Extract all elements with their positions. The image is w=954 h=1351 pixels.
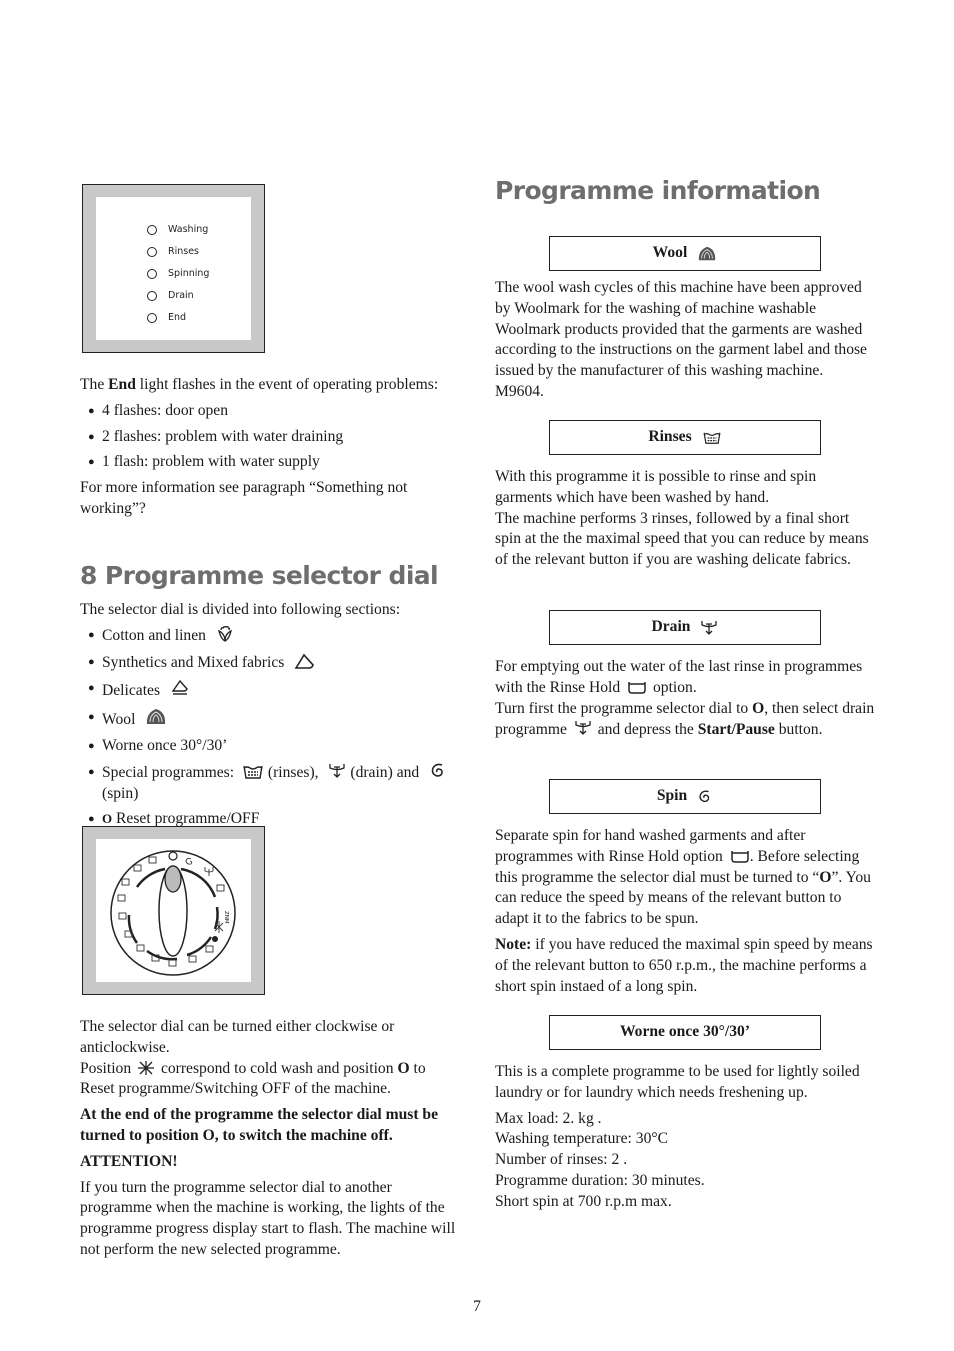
end-warning: At the end of the programme the selector…: [80, 1106, 439, 1144]
worne-once-description: This is a complete programme to be used …: [495, 1062, 885, 1213]
light-end: End: [147, 308, 186, 329]
led-icon: [147, 291, 157, 302]
list-item: Wool: [80, 707, 460, 731]
led-icon: [147, 247, 157, 258]
delicates-icon: [171, 680, 188, 696]
light-rinses: Rinses: [147, 242, 199, 263]
dial-graphic: ZNM: [110, 850, 236, 976]
spec-item: Programme duration: 30 minutes.: [495, 1171, 705, 1189]
progress-display-illustration: Washing Rinses Spinning Drain End: [82, 184, 265, 353]
end-flash-list: 4 flashes: door open 2 flashes: problem …: [80, 401, 460, 473]
cold-position-dot: [212, 936, 218, 942]
wool-icon: [147, 709, 166, 725]
selector-sections: The selector dial is divided into follow…: [80, 600, 460, 835]
drain-icon: [329, 763, 346, 778]
worne-once-title-box: Worne once 30°/30’: [549, 1015, 821, 1050]
wool-icon: [699, 246, 716, 260]
page-heading: Programme information: [495, 176, 821, 205]
list-item: Synthetics and Mixed fabrics: [80, 652, 460, 674]
drain-description: For emptying out the water of the last r…: [495, 658, 875, 739]
rinses-description: With this programme it is possible to ri…: [495, 468, 869, 569]
worne-once-specs: Max load: 2. kg . Washing temperature: 3…: [495, 1109, 885, 1213]
selector-intro: The selector dial is divided into follow…: [80, 601, 401, 618]
selector-section-list: Cotton and linen Synthetics and Mixed fa…: [80, 625, 460, 830]
more-info-text: For more information see paragraph “Some…: [80, 479, 408, 517]
spin-description: Separate spin for hand washed garments a…: [495, 826, 875, 997]
light-washing: Washing: [147, 220, 208, 241]
spin-icon: [431, 763, 443, 777]
end-light-intro: The End light flashes in the event of op…: [80, 376, 439, 393]
rinse-hold-icon: [730, 850, 749, 863]
drain-icon: [701, 620, 718, 635]
light-drain: Drain: [147, 286, 194, 307]
wool-description: The wool wash cycles of this machine hav…: [495, 279, 867, 400]
led-icon: [147, 225, 157, 236]
led-icon: [147, 313, 157, 324]
rinses-title-box: Rinses: [549, 420, 821, 455]
attention-text: If you turn the programme selector dial …: [80, 1178, 456, 1258]
synthetics-icon: [294, 653, 315, 669]
section-heading: 8 Programme selector dial: [80, 561, 439, 590]
dial-pointer: [164, 865, 182, 893]
list-item: Special programmes: (rinses), (drain) an…: [80, 762, 460, 805]
drain-title-box: Drain: [549, 610, 821, 645]
list-item: Delicates: [80, 678, 460, 702]
rinses-icon: [243, 765, 263, 779]
attention-label: ATTENTION!: [80, 1152, 178, 1170]
cotton-icon: [217, 625, 232, 642]
rinses-icon: [703, 432, 721, 444]
rinse-hold-icon: [628, 681, 646, 694]
led-icon: [147, 269, 157, 280]
cold-wash-icon: [138, 1060, 155, 1075]
list-item: Cotton and linen: [80, 625, 460, 647]
end-light-section: The End light flashes in the event of op…: [80, 375, 460, 520]
spec-item: Washing temperature: 30°C: [495, 1130, 669, 1148]
wool-title-box: Wool: [549, 236, 821, 271]
spec-item: Max load: 2. kg .: [495, 1109, 602, 1127]
dial-text-1: The selector dial can be turned either c…: [80, 1018, 395, 1056]
spin-icon: [699, 790, 710, 802]
spec-item: Number of rinses: 2 .: [495, 1151, 628, 1169]
page-number: 7: [473, 1298, 481, 1315]
dial-description: The selector dial can be turned either c…: [80, 1017, 460, 1261]
list-item: 2 flashes: problem with water draining: [80, 427, 460, 448]
list-item: 1 flash: problem with water supply: [80, 452, 460, 473]
list-item: 4 flashes: door open: [80, 401, 460, 422]
svg-text:ZNM: ZNM: [223, 911, 229, 924]
spin-note: Note: if you have reduced the maximal sp…: [495, 935, 873, 995]
dial-text-2: Position correspond to cold wash and pos…: [80, 1059, 426, 1098]
spin-title-box: Spin: [549, 779, 821, 814]
list-item: Worne once 30°/30’: [80, 736, 460, 757]
selector-dial-illustration: ZNM: [82, 826, 265, 995]
spec-item: Short spin at 700 r.p.m max.: [495, 1192, 672, 1210]
light-spinning: Spinning: [147, 264, 209, 285]
drain-icon: [575, 721, 591, 736]
